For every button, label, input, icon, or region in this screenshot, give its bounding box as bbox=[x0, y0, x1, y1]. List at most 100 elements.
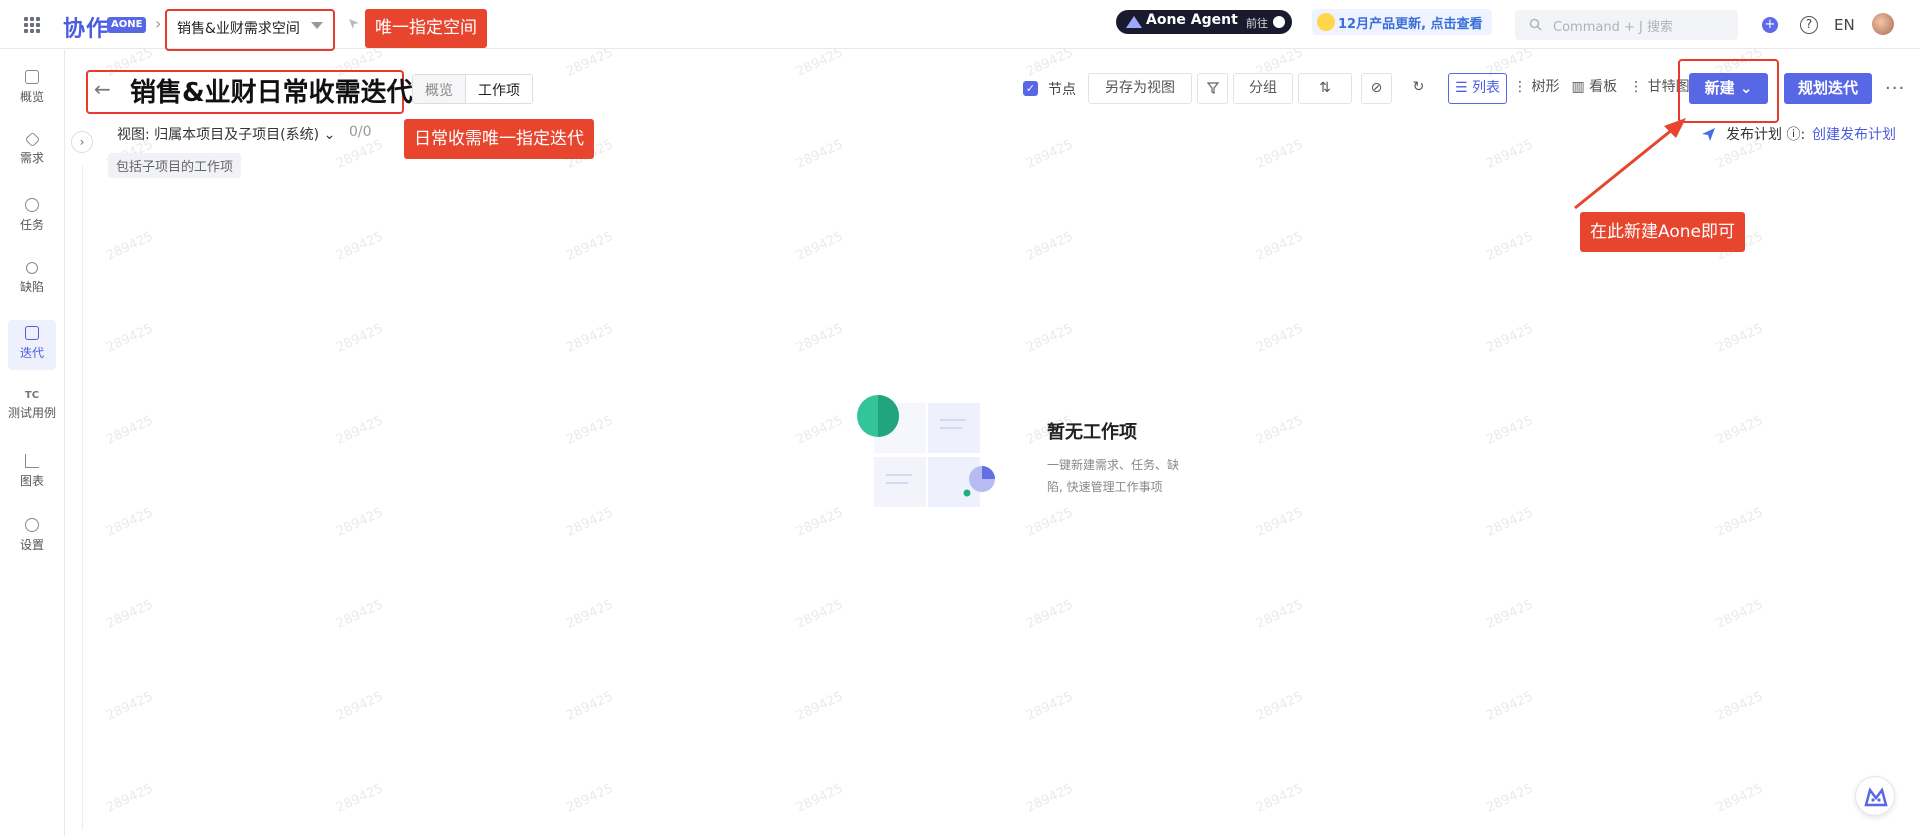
watermark-text: 289425 bbox=[1484, 321, 1536, 356]
expand-sidebar-icon[interactable]: › bbox=[71, 131, 93, 153]
callout-new: 在此新建Aone即可 bbox=[1580, 212, 1745, 252]
view-prefix: 视图: bbox=[117, 127, 150, 143]
watermark-text: 289425 bbox=[794, 137, 846, 172]
watermark-text: 289425 bbox=[1254, 597, 1306, 632]
space-selector[interactable]: 销售&业财需求空间 bbox=[165, 9, 335, 51]
sidebar-item-settings[interactable]: 设置 bbox=[0, 518, 64, 553]
help-icon[interactable]: ⓘ bbox=[1786, 127, 1800, 143]
aone-badge: AONE bbox=[107, 17, 147, 33]
annotation-arrow bbox=[1574, 118, 1686, 210]
flask-icon bbox=[25, 326, 39, 340]
view-tabs: ☰ 列表 ⋮ 树形 ▥ 看板 ⋮ 甘特图 bbox=[1448, 73, 1696, 104]
view-tab-list[interactable]: ☰ 列表 bbox=[1448, 73, 1508, 104]
sidebar: 概览 需求 任务 缺陷 迭代 TC 测试用例 图表 设置 bbox=[0, 50, 65, 836]
avatar[interactable] bbox=[1872, 13, 1894, 35]
watermark-text: 289425 bbox=[104, 321, 156, 356]
watermark-text: 289425 bbox=[1714, 413, 1766, 448]
aone-agent-button[interactable]: Aone Agent 前往 bbox=[1116, 10, 1292, 34]
watermark-text: 289425 bbox=[334, 505, 386, 540]
new-button[interactable]: 新建 ⌄ bbox=[1689, 73, 1768, 104]
sidebar-item-test-cases[interactable]: TC 测试用例 bbox=[0, 390, 64, 421]
callout-iteration: 日常收需唯一指定迭代 bbox=[404, 119, 594, 159]
watermark-text: 289425 bbox=[1714, 597, 1766, 632]
app-grid-icon[interactable] bbox=[24, 17, 40, 33]
refresh-icon: ↻ bbox=[1412, 79, 1425, 95]
command-search[interactable]: Command + J 搜索 bbox=[1515, 10, 1738, 40]
send-icon bbox=[1702, 128, 1715, 141]
sort-icon: ⇅ bbox=[1319, 80, 1331, 96]
watermark-text: 289425 bbox=[1714, 321, 1766, 356]
assistant-bot-icon[interactable] bbox=[1855, 776, 1895, 816]
watermark-text: 289425 bbox=[1254, 689, 1306, 724]
view-switch: 概览 工作项 bbox=[412, 74, 533, 104]
watermark-text: 289425 bbox=[794, 229, 846, 264]
watermark-text: 289425 bbox=[1484, 781, 1536, 816]
layers-icon bbox=[24, 131, 40, 148]
top-bar: 协作 AONE › 销售&业财需求空间 唯一指定空间 Aone Agent 前往… bbox=[0, 0, 1920, 51]
pin-icon[interactable] bbox=[347, 17, 361, 31]
filter-chip[interactable]: 包括子项目的工作项 bbox=[108, 153, 242, 178]
lightbulb-icon bbox=[25, 198, 39, 212]
watermark-text: 289425 bbox=[1484, 413, 1536, 448]
watermark-text: 289425 bbox=[334, 597, 386, 632]
sidebar-item-iterations[interactable]: 迭代 bbox=[8, 320, 56, 370]
language-toggle[interactable]: EN bbox=[1834, 16, 1855, 34]
search-placeholder: Command + J 搜索 bbox=[1553, 20, 1673, 35]
view-selector[interactable]: 视图: 归属本项目及子项目(系统) ⌄ bbox=[117, 124, 335, 144]
watermark-text: 289425 bbox=[1714, 781, 1766, 816]
list-icon: ☰ bbox=[1455, 80, 1473, 96]
watermark-text: 289425 bbox=[1254, 229, 1306, 264]
watermark-text: 289425 bbox=[104, 229, 156, 264]
empty-description: 一键新建需求、任务、缺陷, 快速管理工作事项 bbox=[1047, 458, 1180, 494]
watermark-text: 289425 bbox=[1024, 229, 1076, 264]
chart-icon bbox=[25, 454, 39, 468]
sidebar-item-tasks[interactable]: 任务 bbox=[0, 198, 64, 233]
watermark-text: 289425 bbox=[1714, 689, 1766, 724]
watermark-text: 289425 bbox=[564, 505, 616, 540]
product-update-banner[interactable]: 12月产品更新, 点击查看 bbox=[1312, 9, 1492, 35]
view-tab-board[interactable]: ▥ 看板 bbox=[1565, 73, 1623, 104]
watermark-text: 289425 bbox=[334, 689, 386, 724]
link-button[interactable]: ⊘ bbox=[1361, 73, 1392, 104]
sidebar-item-requirements[interactable]: 需求 bbox=[0, 131, 64, 166]
filter-icon bbox=[1206, 82, 1219, 94]
plus-icon[interactable]: + bbox=[1762, 17, 1778, 33]
watermark-text: 289425 bbox=[1484, 229, 1536, 264]
watermark-text: 289425 bbox=[794, 597, 846, 632]
refresh-button[interactable]: ↻ bbox=[1403, 73, 1434, 104]
filter-button[interactable] bbox=[1197, 73, 1228, 104]
watermark-text: 289425 bbox=[564, 229, 616, 264]
sidebar-item-bugs[interactable]: 缺陷 bbox=[0, 262, 64, 295]
sidebar-item-overview[interactable]: 概览 bbox=[0, 70, 64, 105]
space-name: 销售&业财需求空间 bbox=[177, 21, 300, 37]
group-button[interactable]: 分组 bbox=[1233, 73, 1293, 104]
watermark-text: 289425 bbox=[334, 781, 386, 816]
more-icon[interactable]: ··· bbox=[1885, 78, 1905, 99]
watermark-text: 289425 bbox=[1024, 137, 1076, 172]
mascot-icon bbox=[1317, 13, 1335, 31]
watermark-text: 289425 bbox=[794, 45, 846, 80]
save-as-view-button[interactable]: 另存为视图 bbox=[1088, 73, 1192, 104]
breadcrumb-separator: › bbox=[155, 14, 162, 33]
watermark-text: 289425 bbox=[1484, 137, 1536, 172]
create-publish-plan-link[interactable]: 创建发布计划 bbox=[1812, 124, 1896, 144]
gear-icon bbox=[25, 518, 39, 532]
watermark-text: 289425 bbox=[1024, 505, 1076, 540]
tab-overview[interactable]: 概览 bbox=[413, 75, 465, 103]
sort-button[interactable]: ⇅ bbox=[1298, 73, 1352, 104]
view-tab-tree[interactable]: ⋮ 树形 bbox=[1507, 73, 1565, 104]
watermark-text: 289425 bbox=[564, 45, 616, 80]
watermark-text: 289425 bbox=[1024, 689, 1076, 724]
help-icon[interactable]: ? bbox=[1800, 16, 1818, 34]
sidebar-item-charts[interactable]: 图表 bbox=[0, 454, 64, 489]
back-arrow-icon[interactable]: ← bbox=[94, 77, 111, 101]
nodes-checkbox[interactable]: ✓ bbox=[1023, 81, 1038, 96]
watermark-text: 289425 bbox=[794, 505, 846, 540]
plan-iteration-button[interactable]: 规划迭代 bbox=[1784, 73, 1872, 104]
watermark-text: 289425 bbox=[794, 321, 846, 356]
app-logo[interactable]: 协作 bbox=[63, 11, 109, 43]
watermark-text: 289425 bbox=[334, 229, 386, 264]
watermark-text: 289425 bbox=[104, 597, 156, 632]
tab-work-items[interactable]: 工作项 bbox=[465, 75, 532, 103]
callout-space: 唯一指定空间 bbox=[365, 9, 487, 48]
